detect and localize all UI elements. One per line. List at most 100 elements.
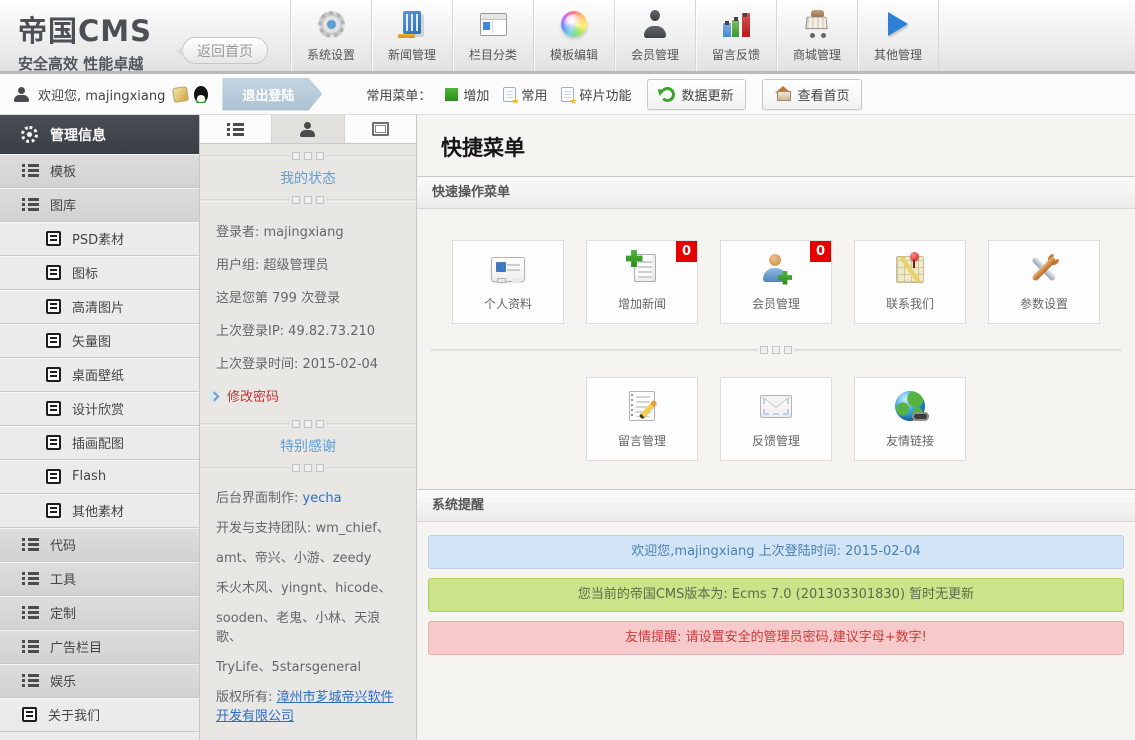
sidebar-item[interactable]: 插画配图 [0,426,199,460]
alerts-list: 欢迎您,majingxiang 上次登陆时间: 2015-02-04 您当前的帝… [417,522,1135,655]
doc-icon [46,367,61,382]
sidebar-item[interactable]: PSD素材 [0,222,199,256]
team-line: TryLife、5starsgeneral [216,660,362,675]
maker-label: 后台界面制作: [216,491,303,506]
change-password-label: 修改密码 [227,390,280,405]
sidebar-item[interactable]: 定制 [0,596,199,630]
system-alert: 欢迎您,majingxiang 上次登陆时间: 2015-02-04 [428,535,1124,569]
doc-icon [46,503,61,518]
status-lines: 登录者: majingxiang 用户组: 超级管理员 这是您第 799 次登录 上次… [200,212,416,379]
panel-tab[interactable] [272,115,345,143]
panel-tab[interactable] [200,115,273,143]
toolbar-link[interactable]: 碎片功能 [561,85,632,107]
doc-icon [46,265,61,280]
quick-button-label: 个人资料 [483,297,532,311]
notepad-icon [629,391,655,421]
qq-icon[interactable] [194,85,209,103]
nav-item[interactable]: 模板编辑 [534,0,615,71]
common-menu-label: 常用菜单： [366,88,432,104]
sidebar-item[interactable]: 图标 [0,256,199,290]
list-icon [22,198,39,211]
toolbar-link-label: 碎片功能 [579,88,632,104]
status-heading: 我的状态 [280,171,336,187]
alert-text: 友情提醒: 请设置安全的管理员密码,建议字母+数字! [625,630,927,645]
nav-item[interactable]: 栏目分类 [453,0,534,71]
toolbar-link[interactable]: 增加 [445,85,489,104]
panel-tabs [200,115,416,144]
sidebar-item[interactable]: 广告栏目 [0,630,199,664]
sidebar-item[interactable]: 关于我们 [0,698,199,732]
arrow-right-icon [208,389,220,402]
toolbar-link[interactable]: 常用 [503,85,547,107]
sidebar-item[interactable]: 图库 [0,188,199,222]
doc-icon [46,299,61,314]
quick-button[interactable]: 联系我们 [854,240,966,324]
nav-item-label: 留言反馈 [711,48,760,62]
sidebar-item-label: 娱乐 [50,675,77,690]
columns-icon [479,12,507,36]
main-content: 快捷菜单 快速操作菜单 个人资料 0 增加新闻 0 会员管理 联系我们 参数设置… [417,115,1135,740]
doc-icon [46,231,61,246]
copyright-label: 版权所有: [216,690,277,705]
quick-button[interactable]: 0 增加新闻 [586,240,698,324]
sidebar-item[interactable]: 工具 [0,562,199,596]
sidebar-item[interactable]: 矢量图 [0,324,199,358]
sidebar-item[interactable]: 桌面壁纸 [0,358,199,392]
plus-icon [445,87,459,101]
sidebar-item-label: 设计欣赏 [72,403,125,418]
toolbar-button[interactable]: 查看首页 [762,78,863,110]
quick-button-label: 参数设置 [1019,297,1068,311]
doc-icon [22,707,37,722]
back-home-button[interactable]: 返回首页 [176,37,268,64]
maker-link[interactable]: yecha [303,491,342,506]
nav-item[interactable]: 系统设置 [291,0,372,71]
quick-button[interactable]: 留言管理 [586,377,698,461]
nav-item[interactable]: 其他管理 [858,0,939,71]
nav-item[interactable]: 商城管理 [777,0,858,71]
sidebar-item-label: 代码 [50,539,77,554]
empire-cms-admin: 帝国CMS 安全高效 性能卓越 返回首页 系统设置 新闻管理 栏目分类 模板编辑… [0,0,1135,740]
sidebar-item[interactable]: Flash [0,460,199,494]
gear-icon [317,10,345,38]
doc-star-icon [561,86,577,107]
nav-item-label: 新闻管理 [387,48,436,62]
count-badge: 0 [810,241,831,262]
nav-item-label: 系统设置 [306,48,355,62]
refresh-icon [660,86,676,102]
status-line: 上次登录IP: 49.82.73.210 [216,324,376,339]
page-title: 快捷菜单 [441,136,525,160]
quick-button[interactable]: 友情链接 [854,377,966,461]
toolbar-button[interactable]: 数据更新 [647,78,747,110]
sidebar-item[interactable]: 娱乐 [0,664,199,698]
sidebar-item[interactable]: 模板 [0,154,199,188]
play-icon [885,11,911,37]
sidebar-item-label: 桌面壁纸 [72,369,125,384]
quick-button[interactable]: 反馈管理 [720,377,832,461]
alert-text: 您当前的帝国CMS版本为: Ecms 7.0 (201303301830) 暂时… [577,587,975,602]
sidebar-item-label: 广告栏目 [50,641,103,656]
sidebar: 管理信息 模板 图库 PSD素材 图标 高清图片 矢量图 桌面壁纸 设计欣赏 插… [0,115,200,740]
panel-tab[interactable] [344,115,416,143]
doc-icon [46,401,61,416]
doc-icon [46,333,61,348]
quick-button[interactable]: 参数设置 [988,240,1100,324]
edit-icon[interactable] [172,85,190,103]
sidebar-item[interactable]: 高清图片 [0,290,199,324]
change-password-link[interactable]: 修改密码 [200,379,416,412]
chart-icon [722,11,750,37]
toolbar: 欢迎您, majingxiang 退出登陆 常用菜单： 增加 常用 碎片功能 数… [0,74,1135,115]
sidebar-item[interactable]: 代码 [0,528,199,562]
status-line: 上次登录时间: 2015-02-04 [216,357,379,372]
count-badge: 0 [676,241,697,262]
nav-item[interactable]: 会员管理 [615,0,696,71]
quick-button[interactable]: 0 会员管理 [720,240,832,324]
logo: 帝国CMS [18,14,153,48]
sidebar-item-label: Flash [72,469,107,484]
sidebar-item[interactable]: 其他素材 [0,494,199,528]
quick-button[interactable]: 个人资料 [452,240,564,324]
cart-icon [802,10,832,38]
logout-button[interactable]: 退出登陆 [222,78,322,111]
nav-item[interactable]: 留言反馈 [696,0,777,71]
nav-item[interactable]: 新闻管理 [372,0,453,71]
sidebar-item[interactable]: 设计欣赏 [0,392,199,426]
